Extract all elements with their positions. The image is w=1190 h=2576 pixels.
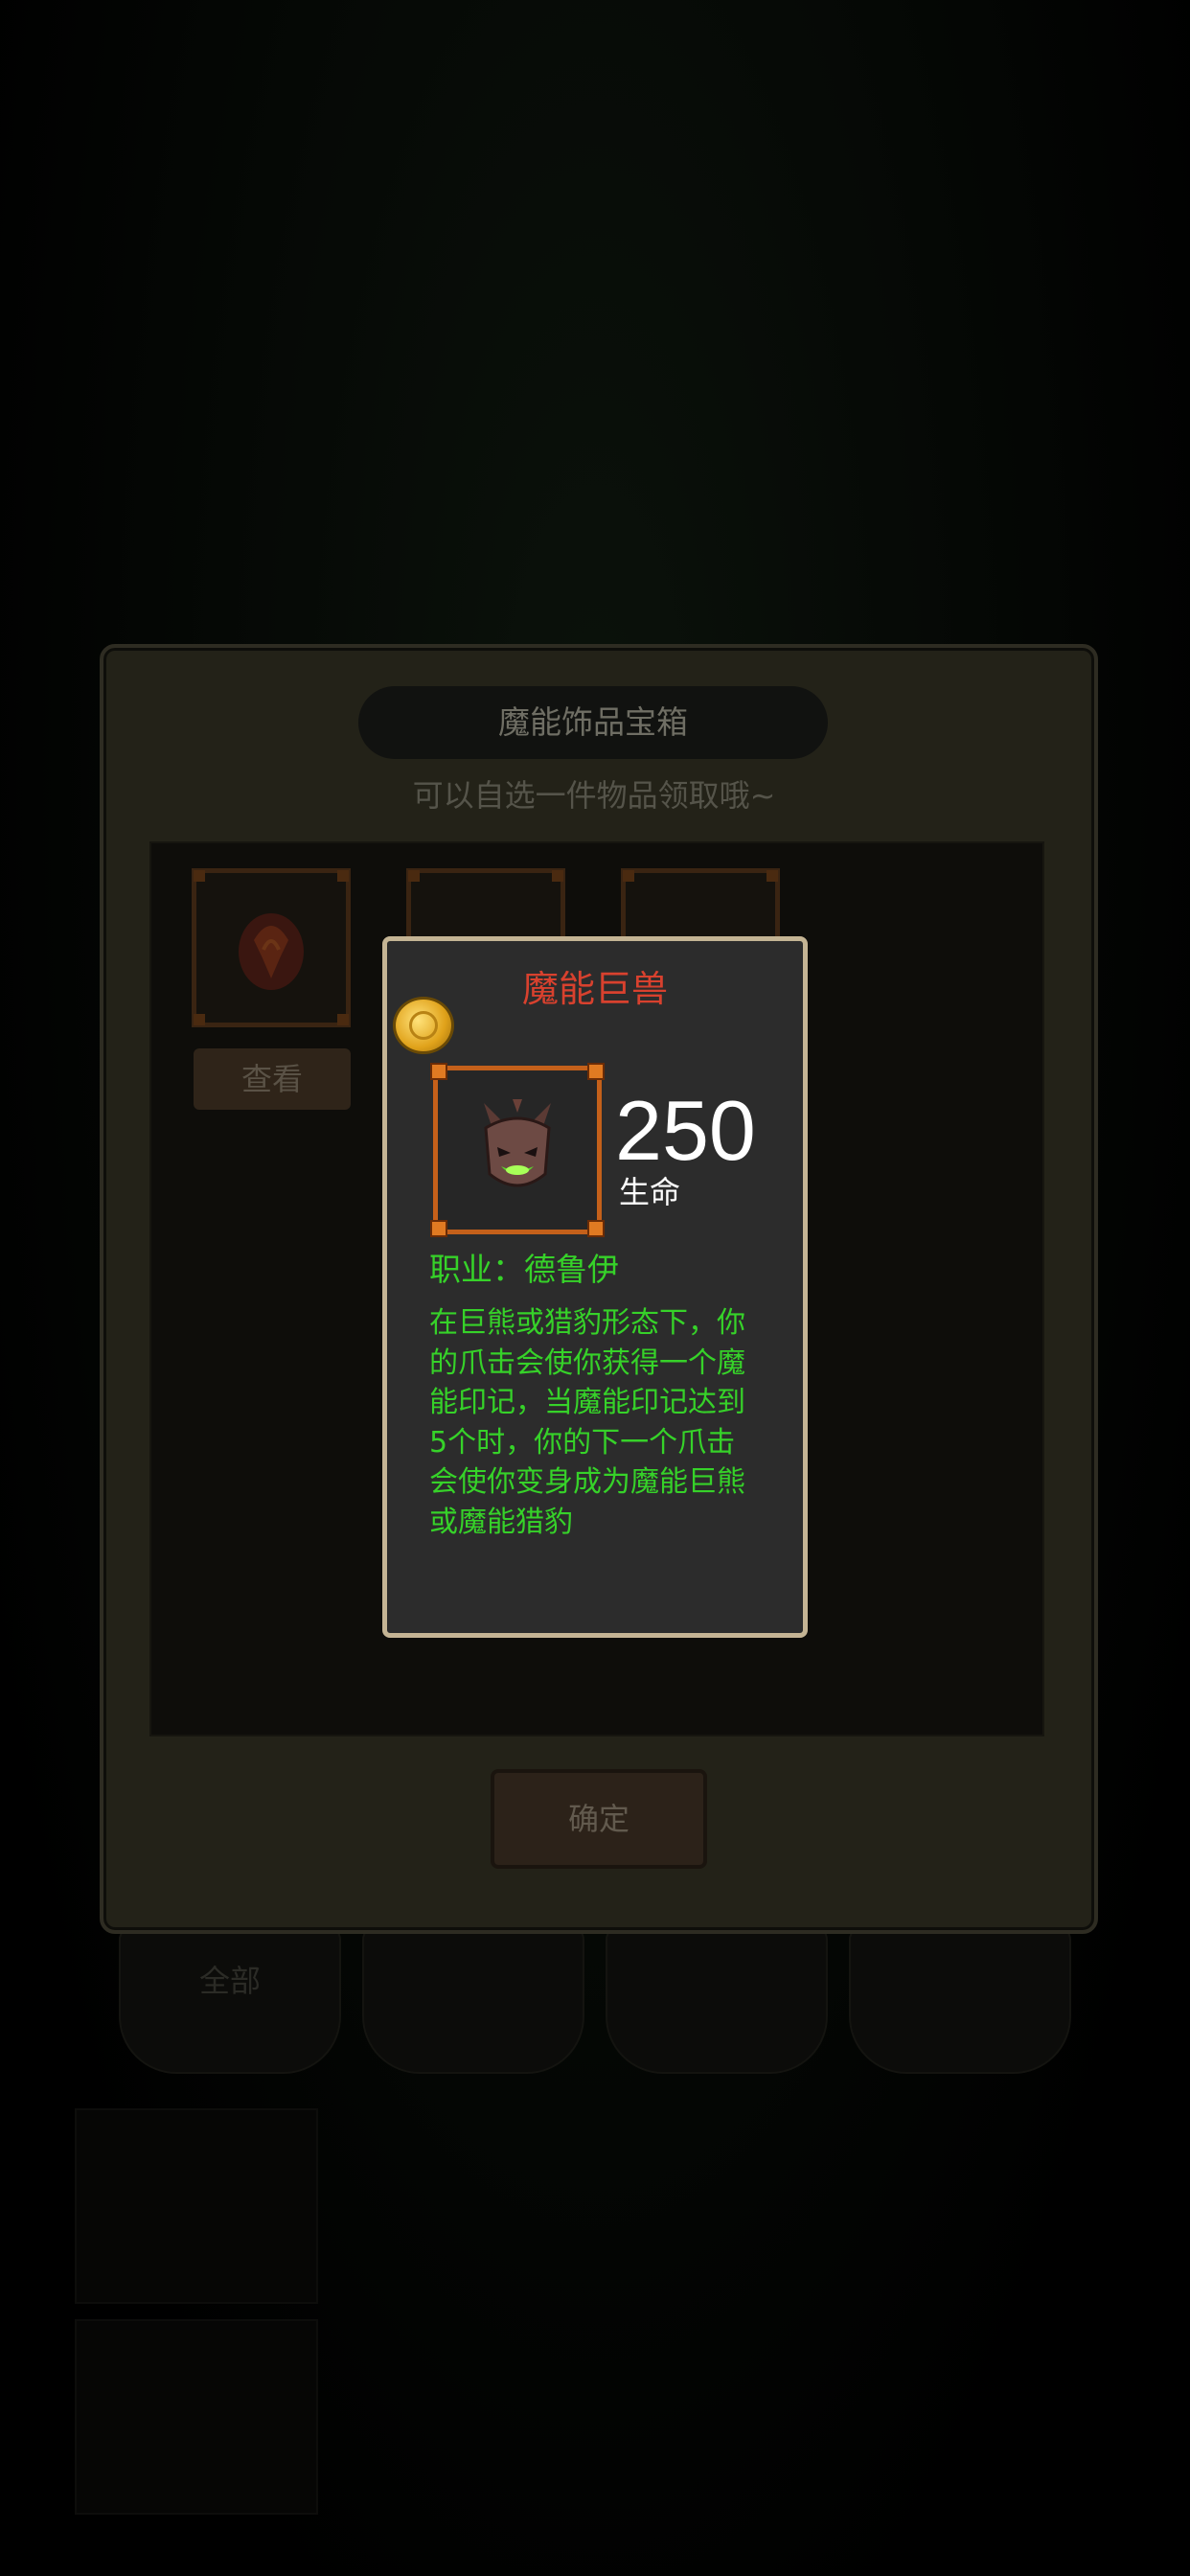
tab-all[interactable]: 全部 — [119, 1926, 341, 2074]
stat-value: 250 — [615, 1083, 756, 1178]
chest-title: 魔能饰品宝箱 — [498, 703, 688, 741]
class-requirement: 职业：德鲁伊 — [429, 1251, 619, 1288]
chest-subtitle: 可以自选一件物品领取哦~ — [412, 777, 776, 814]
stat-label: 生命 — [619, 1174, 681, 1210]
gold-coin-icon — [393, 997, 454, 1054]
confirm-button[interactable]: 确定 — [491, 1769, 707, 1869]
background-cell — [75, 2319, 318, 2515]
tab-2[interactable] — [362, 1926, 584, 2074]
view-button[interactable]: 查看 — [194, 1048, 351, 1110]
tab-3[interactable] — [606, 1926, 828, 2074]
item-slot-1[interactable] — [192, 868, 351, 1027]
item-icon-frame — [430, 1063, 605, 1237]
demon-beast-mask-icon — [484, 1099, 551, 1187]
tab-4[interactable] — [849, 1926, 1071, 2074]
item-description: 在巨熊或猎豹形态下，你的爪击会使你获得一个魔能印记，当魔能印记达到5个时，你的下… — [429, 1306, 745, 1539]
background-cell — [75, 2108, 318, 2304]
fire-egg-icon — [239, 913, 304, 990]
